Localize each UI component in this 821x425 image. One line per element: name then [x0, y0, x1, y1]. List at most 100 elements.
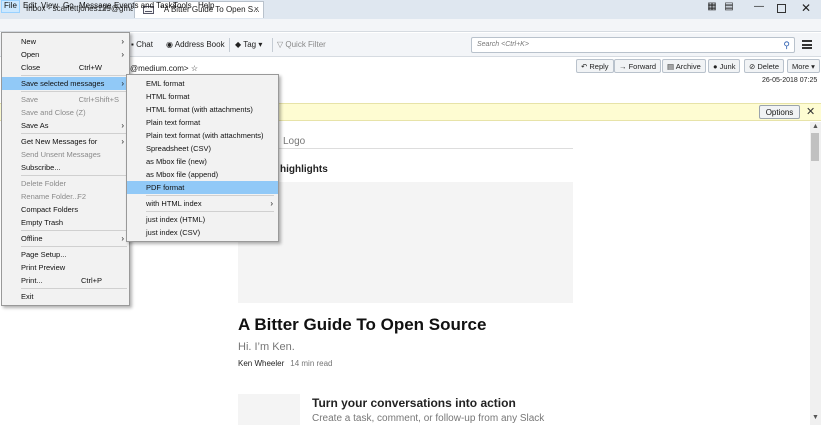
junk-button[interactable]: ● Junk: [708, 59, 741, 73]
menu-item-print[interactable]: Print... Ctrl+P: [2, 274, 129, 287]
menu-separator: [21, 91, 127, 92]
scroll-up-icon[interactable]: ▲: [812, 123, 819, 130]
search-placeholder: Search <Ctrl+K>: [477, 41, 529, 48]
menu-go[interactable]: Go: [61, 1, 76, 10]
menu-item-new-label: New: [21, 37, 37, 46]
menu-item-save-selected-label: Save selected messages: [21, 79, 105, 88]
menu-item-delete-folder[interactable]: Delete Folder: [2, 177, 129, 190]
article-title[interactable]: A Bitter Guide To Open Source: [238, 315, 486, 335]
menu-item-close[interactable]: Close Ctrl+W: [2, 61, 129, 74]
window-close-button[interactable]: ✕: [796, 1, 816, 17]
submenu-item-html[interactable]: HTML format: [127, 90, 278, 103]
submenu-item-csv[interactable]: Spreadsheet (CSV): [127, 142, 278, 155]
hamburger-menu-icon[interactable]: [802, 40, 812, 49]
scrollbar-thumb[interactable]: [811, 133, 819, 161]
maximize-icon: [776, 4, 786, 13]
delete-button[interactable]: ⊘ Delete: [744, 59, 785, 73]
menu-item-open[interactable]: Open ›: [2, 48, 129, 61]
forward-icon: →: [619, 62, 629, 71]
submenu-item-mbox-new[interactable]: as Mbox file (new): [127, 155, 278, 168]
submenu-item-with-html-index[interactable]: with HTML index ›: [127, 197, 278, 210]
submenu-item-plain-attachments[interactable]: Plain text format (with attachments): [127, 129, 278, 142]
submenu-item-index-csv-label: just index (CSV): [146, 228, 201, 237]
tab-close-icon[interactable]: ×: [254, 4, 259, 14]
submenu-item-pdf[interactable]: PDF format: [127, 181, 278, 194]
reply-button[interactable]: ↶ Reply: [576, 59, 614, 73]
archive-button[interactable]: ▤ Archive: [662, 59, 706, 73]
submenu-item-eml-label: EML format: [146, 79, 185, 88]
calendar-icon[interactable]: ▦: [705, 1, 719, 17]
menu-edit[interactable]: Edit: [21, 1, 39, 10]
menu-item-empty-trash[interactable]: Empty Trash: [2, 216, 129, 229]
chevron-right-icon: ›: [121, 121, 124, 130]
more-button[interactable]: More ▾: [787, 59, 820, 73]
chevron-right-icon: ›: [121, 37, 124, 46]
chat-button[interactable]: ▪ Chat: [131, 40, 153, 49]
menu-item-subscribe[interactable]: Subscribe...: [2, 161, 129, 174]
author-line: Ken Wheeler 14 min read: [238, 359, 333, 368]
shortcut-label: Ctrl+P: [80, 276, 102, 285]
menu-item-save-as[interactable]: Save As ›: [2, 119, 129, 132]
more-label: More: [792, 62, 810, 71]
submenu-item-plain[interactable]: Plain text format: [127, 116, 278, 129]
minimize-button[interactable]: —: [750, 1, 768, 17]
scrollbar[interactable]: [810, 122, 821, 425]
chevron-right-icon: ›: [121, 50, 124, 59]
menu-item-rename-folder[interactable]: Rename Folder... F2: [2, 190, 129, 203]
menu-item-save[interactable]: Save Ctrl+Shift+S: [2, 93, 129, 106]
menu-item-get-new[interactable]: Get New Messages for ›: [2, 135, 129, 148]
submenu-item-index-html-label: just index (HTML): [146, 215, 206, 224]
search-input[interactable]: Search <Ctrl+K> ⚲: [471, 37, 795, 53]
menu-item-print-preview[interactable]: Print Preview: [2, 261, 129, 274]
menu-item-page-setup[interactable]: Page Setup...: [2, 248, 129, 261]
submenu-item-index-html[interactable]: just index (HTML): [127, 213, 278, 226]
menu-item-get-new-label: Get New Messages for: [21, 137, 98, 146]
promo-title[interactable]: Turn your conversations into action: [312, 396, 516, 410]
submenu-item-html-label: HTML format: [146, 92, 190, 101]
forward-button[interactable]: → Forward: [614, 59, 662, 73]
delete-label: Delete: [757, 62, 780, 71]
junk-label: Junk: [719, 62, 736, 71]
options-button[interactable]: Options: [759, 105, 800, 119]
promo-subtitle: Create a task, comment, or follow-up fro…: [312, 413, 545, 424]
menu-message[interactable]: Message: [77, 1, 113, 10]
maximize-button[interactable]: [772, 1, 790, 17]
submenu-item-eml[interactable]: EML format: [127, 77, 278, 90]
menu-item-save-label: Save: [21, 95, 39, 104]
tasks-icon[interactable]: ▤: [722, 1, 736, 17]
notification-close-icon[interactable]: ✕: [806, 105, 815, 118]
menu-help[interactable]: Help: [196, 1, 216, 10]
submenu-item-index-csv[interactable]: just index (CSV): [127, 226, 278, 239]
menu-item-save-close[interactable]: Save and Close (Z): [2, 106, 129, 119]
chat-label: Chat: [136, 40, 153, 49]
author-name[interactable]: Ken Wheeler: [238, 359, 284, 368]
submenu-item-plain-label: Plain text format: [146, 118, 201, 127]
menu-file[interactable]: File: [1, 0, 20, 13]
menu-tools[interactable]: Tools: [171, 1, 194, 10]
menu-item-send-unsent[interactable]: Send Unsent Messages: [2, 148, 129, 161]
menu-item-page-setup-label: Page Setup...: [21, 250, 67, 259]
reply-label: Reply: [589, 62, 609, 71]
tag-icon: ◆: [235, 40, 244, 49]
menu-item-new[interactable]: New ›: [2, 35, 129, 48]
menu-item-compact[interactable]: Compact Folders: [2, 203, 129, 216]
menu-item-offline[interactable]: Offline ›: [2, 232, 129, 245]
menu-separator: [146, 195, 274, 196]
toolbar-separator: [272, 38, 273, 52]
from-address[interactable]: @medium.com> ☆: [130, 64, 198, 73]
quick-filter-button[interactable]: ▽ Quick Filter: [277, 40, 326, 49]
submenu-item-mbox-append[interactable]: as Mbox file (append): [127, 168, 278, 181]
shortcut-label: Ctrl+Shift+S: [78, 95, 119, 104]
chevron-down-icon: ▾: [809, 62, 815, 71]
tag-button[interactable]: ◆ Tag ▾: [235, 40, 262, 49]
menu-item-save-selected[interactable]: Save selected messages ›: [2, 77, 129, 90]
menu-view[interactable]: View: [39, 1, 60, 10]
scroll-down-icon[interactable]: ▼: [812, 414, 819, 421]
address-book-button[interactable]: ◉ Address Book: [166, 40, 225, 49]
menu-item-exit[interactable]: Exit: [2, 290, 129, 303]
submenu-item-pdf-label: PDF format: [146, 183, 185, 192]
menu-events[interactable]: Events and Tasks: [112, 1, 179, 10]
submenu-item-html-attachments[interactable]: HTML format (with attachments): [127, 103, 278, 116]
star-icon[interactable]: ☆: [189, 64, 198, 73]
menu-item-offline-label: Offline: [21, 234, 43, 243]
